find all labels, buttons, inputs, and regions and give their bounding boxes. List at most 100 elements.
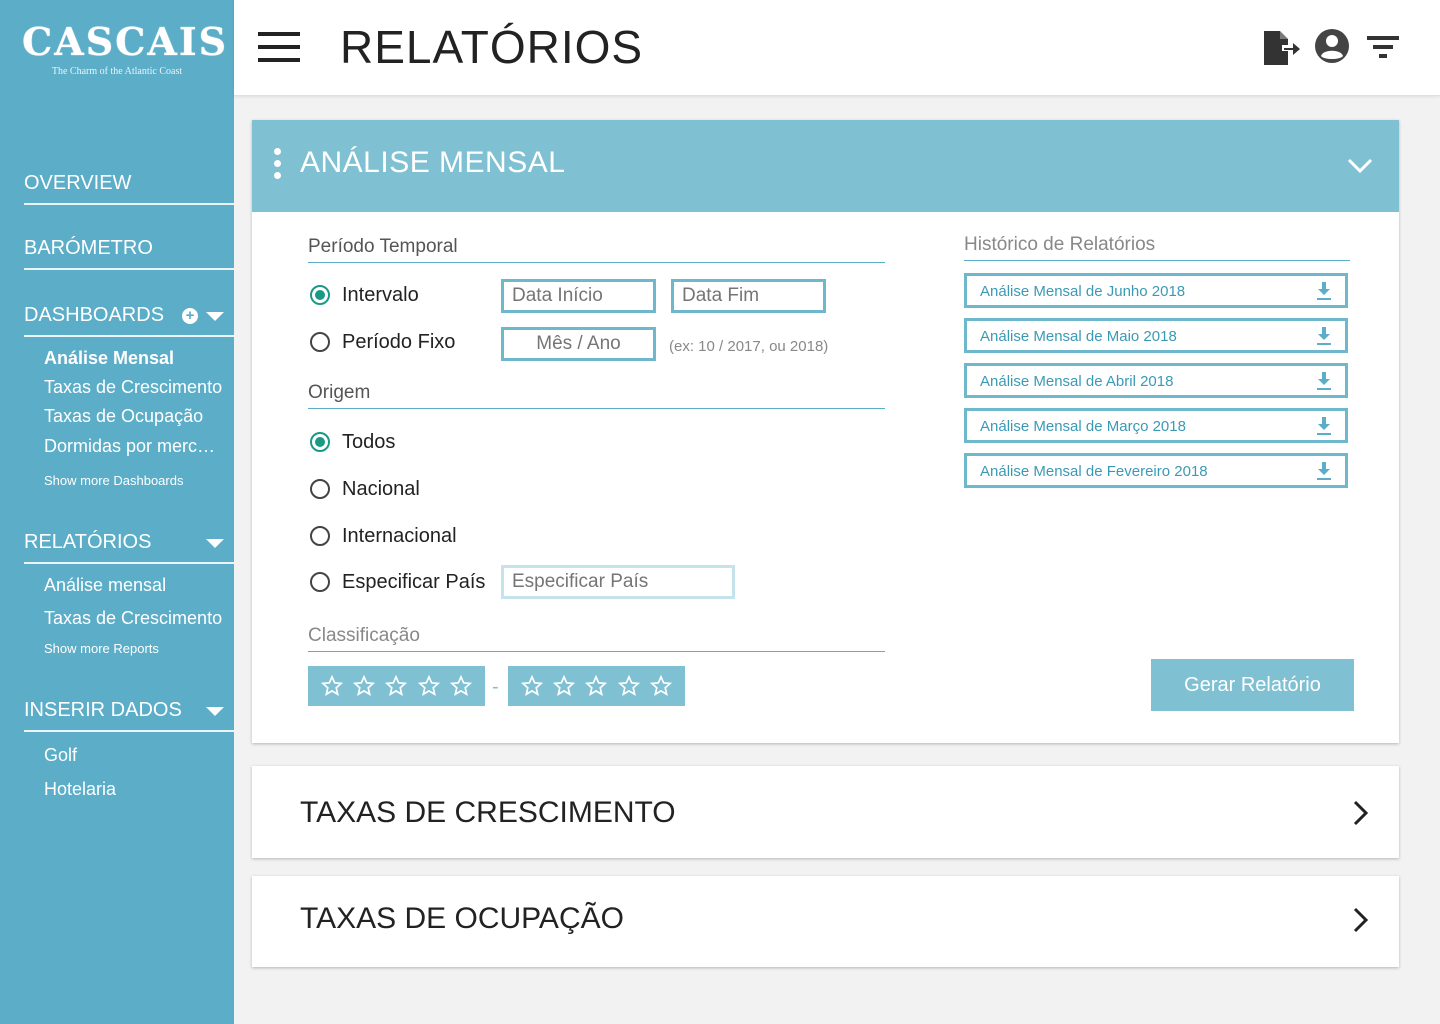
- radio-unchecked-icon[interactable]: [310, 332, 330, 352]
- historico-item[interactable]: Análise Mensal de Março 2018: [964, 408, 1348, 443]
- radio-especificar-pais-label: Especificar País: [342, 570, 486, 593]
- star-outline-icon[interactable]: [521, 675, 544, 697]
- periodo-temporal-label: Período Temporal: [308, 236, 885, 263]
- historico-item-label: Análise Mensal de Fevereiro 2018: [980, 463, 1208, 480]
- download-icon[interactable]: [1315, 281, 1333, 301]
- historico-label: Histórico de Relatórios: [964, 234, 1350, 261]
- radio-periodo-fixo[interactable]: Período Fixo: [310, 330, 455, 354]
- nav-overview[interactable]: OVERVIEW: [24, 172, 234, 205]
- gerar-relatorio-button[interactable]: Gerar Relatório: [1151, 659, 1354, 711]
- top-header: RELATÓRIOS: [234, 0, 1440, 96]
- classificacao-separator: -: [492, 676, 499, 698]
- classificacao-label: Classificação: [308, 625, 885, 652]
- cascais-logo[interactable]: CASCAIS The Charm of the Atlantic Coast: [22, 19, 229, 78]
- show-more-dashboards-link[interactable]: Show more Dashboards: [44, 473, 183, 488]
- add-dashboard-icon[interactable]: +: [182, 308, 198, 324]
- sidebar-item-taxas-crescimento[interactable]: Taxas de Crescimento: [44, 377, 224, 398]
- taxas-crescimento-title: TAXAS DE CRESCIMENTO: [300, 796, 676, 829]
- more-vert-icon[interactable]: [274, 148, 284, 182]
- historico-item[interactable]: Análise Mensal de Maio 2018: [964, 318, 1348, 353]
- taxas-ocupacao-card[interactable]: TAXAS DE OCUPAÇÃO: [252, 876, 1399, 967]
- chevron-right-icon[interactable]: [1347, 800, 1373, 826]
- radio-todos[interactable]: Todos: [310, 430, 395, 454]
- star-outline-icon[interactable]: [449, 675, 472, 697]
- logo-wordmark: CASCAIS: [22, 19, 229, 64]
- logo-tagline: The Charm of the Atlantic Coast: [51, 66, 183, 77]
- account-icon[interactable]: [1312, 28, 1352, 68]
- star-outline-icon[interactable]: [417, 675, 440, 697]
- historico-item-label: Análise Mensal de Maio 2018: [980, 328, 1177, 345]
- star-outline-icon[interactable]: [617, 675, 640, 697]
- radio-unchecked-icon[interactable]: [310, 572, 330, 592]
- sidebar-item-golf[interactable]: Golf: [44, 745, 224, 766]
- radio-unchecked-icon[interactable]: [310, 526, 330, 546]
- radio-checked-icon[interactable]: [310, 432, 330, 452]
- radio-internacional[interactable]: Internacional: [310, 524, 457, 548]
- nav-dashboards-label: DASHBOARDS: [24, 304, 165, 326]
- nav-inserir-dados[interactable]: INSERIR DADOS: [24, 699, 234, 732]
- sidebar-item-analise-mensal-report[interactable]: Análise mensal: [44, 575, 224, 596]
- radio-intervalo-label: Intervalo: [342, 283, 419, 306]
- historico-item[interactable]: Análise Mensal de Fevereiro 2018: [964, 453, 1348, 488]
- download-icon[interactable]: [1315, 326, 1333, 346]
- menu-icon[interactable]: [258, 32, 300, 62]
- data-fim-input[interactable]: [671, 279, 826, 313]
- historico-item-label: Análise Mensal de Abril 2018: [980, 373, 1174, 390]
- periodo-hint: (ex: 10 / 2017, ou 2018): [669, 338, 829, 355]
- star-outline-icon[interactable]: [385, 675, 408, 697]
- radio-todos-label: Todos: [342, 430, 396, 453]
- analise-mensal-title: ANÁLISE MENSAL: [300, 146, 566, 179]
- show-more-reports-link[interactable]: Show more Reports: [44, 641, 159, 656]
- download-icon[interactable]: [1315, 416, 1333, 436]
- chevron-down-icon[interactable]: [206, 707, 224, 716]
- nav-barometro[interactable]: BARÓMETRO: [24, 237, 234, 270]
- historico-item-label: Análise Mensal de Junho 2018: [980, 283, 1186, 300]
- nav-relatorios[interactable]: RELATÓRIOS: [24, 531, 234, 564]
- radio-nacional[interactable]: Nacional: [310, 477, 420, 501]
- star-outline-icon[interactable]: [649, 675, 672, 697]
- historico-item[interactable]: Análise Mensal de Abril 2018: [964, 363, 1348, 398]
- sidebar-item-analise-mensal[interactable]: Análise Mensal: [44, 348, 224, 369]
- radio-unchecked-icon[interactable]: [310, 479, 330, 499]
- sidebar-item-dormidas[interactable]: Dormidas por mercado: [44, 436, 224, 457]
- star-outline-icon[interactable]: [321, 675, 344, 697]
- sidebar-item-hotelaria[interactable]: Hotelaria: [44, 779, 224, 800]
- radio-especificar-pais[interactable]: Especificar País: [310, 570, 485, 594]
- radio-periodo-fixo-label: Período Fixo: [342, 330, 456, 353]
- radio-nacional-label: Nacional: [342, 477, 420, 500]
- sidebar-item-taxas-ocupacao[interactable]: Taxas de Ocupação: [44, 406, 224, 427]
- filter-icon[interactable]: [1364, 28, 1404, 68]
- star-outline-icon[interactable]: [353, 675, 376, 697]
- analise-mensal-card: ANÁLISE MENSAL Período Temporal Interval…: [252, 120, 1399, 743]
- nav-overview-label: OVERVIEW: [24, 172, 132, 194]
- classificacao-max-stars[interactable]: [508, 666, 685, 706]
- taxas-ocupacao-title: TAXAS DE OCUPAÇÃO: [300, 902, 624, 935]
- export-file-icon[interactable]: [1260, 28, 1300, 68]
- nav-relatorios-label: RELATÓRIOS: [24, 531, 152, 553]
- radio-intervalo[interactable]: Intervalo: [310, 283, 419, 307]
- especificar-pais-input[interactable]: [501, 565, 735, 599]
- page-title: RELATÓRIOS: [340, 21, 644, 73]
- sidebar: CASCAIS The Charm of the Atlantic Coast …: [0, 0, 234, 1024]
- chevron-down-icon[interactable]: [206, 539, 224, 548]
- star-outline-icon[interactable]: [553, 675, 576, 697]
- nav-inserir-dados-label: INSERIR DADOS: [24, 699, 182, 721]
- radio-checked-icon[interactable]: [310, 285, 330, 305]
- historico-item-label: Análise Mensal de Março 2018: [980, 418, 1186, 435]
- download-icon[interactable]: [1315, 371, 1333, 391]
- chevron-right-icon[interactable]: [1347, 907, 1373, 933]
- chevron-down-icon[interactable]: [206, 312, 224, 321]
- analise-mensal-card-header[interactable]: ANÁLISE MENSAL: [252, 120, 1399, 212]
- nav-barometro-label: BARÓMETRO: [24, 237, 153, 259]
- download-icon[interactable]: [1315, 461, 1333, 481]
- data-inicio-input[interactable]: [501, 279, 656, 313]
- historico-item[interactable]: Análise Mensal de Junho 2018: [964, 273, 1348, 308]
- nav-dashboards[interactable]: DASHBOARDS +: [24, 304, 234, 337]
- star-outline-icon[interactable]: [585, 675, 608, 697]
- classificacao-min-stars[interactable]: [308, 666, 485, 706]
- mes-ano-input[interactable]: [501, 327, 656, 361]
- chevron-down-icon[interactable]: [1347, 152, 1373, 178]
- taxas-crescimento-card[interactable]: TAXAS DE CRESCIMENTO: [252, 766, 1399, 858]
- sidebar-item-taxas-crescimento-report[interactable]: Taxas de Crescimento: [44, 608, 224, 629]
- origem-label: Origem: [308, 382, 885, 409]
